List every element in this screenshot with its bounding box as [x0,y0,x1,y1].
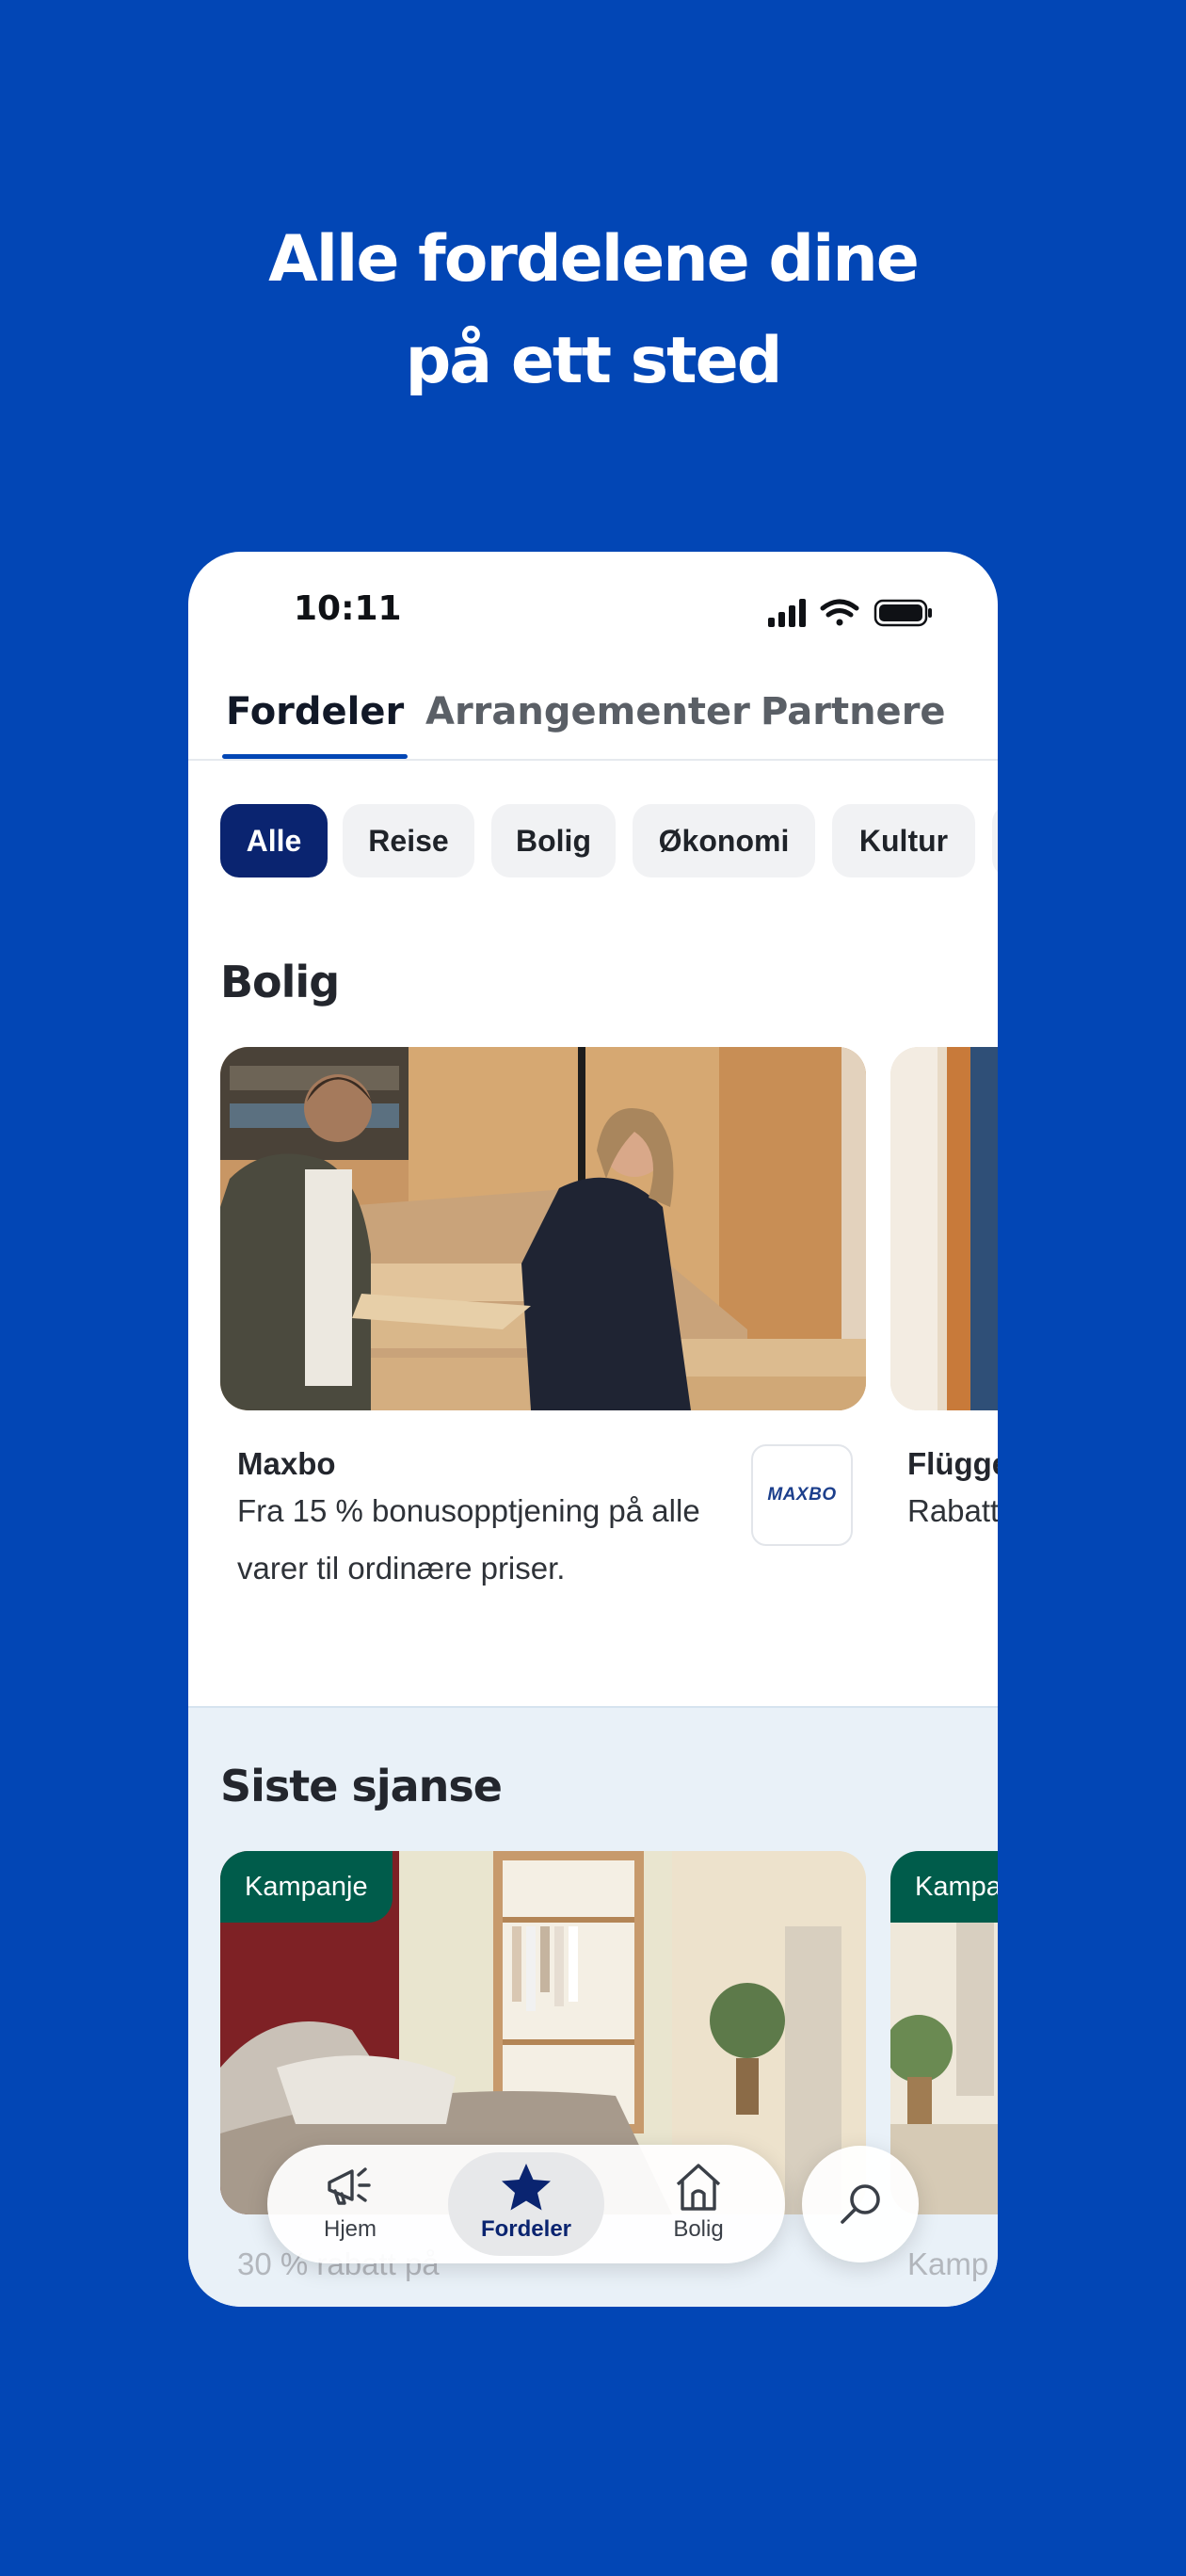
flugge-card-title: Flügge [907,1446,998,1481]
phone-screen: 10:11 Fordeler Arrangementer Partnere Al… [188,552,998,2307]
status-icons [768,597,934,634]
wifi-icon [820,599,859,626]
top-tabs: Fordeler Arrangementer Partnere [188,684,998,761]
campaign-2-badge: Kampanje [890,1851,998,1923]
megaphone-icon [328,2167,371,2205]
nav-label-bolig: Bolig [673,2216,724,2242]
tab-arrangementer[interactable]: Arrangementer [425,684,750,757]
maxbo-logo: MAXBO [751,1444,853,1546]
nav-item-bolig[interactable]: Bolig [621,2145,776,2263]
nav-label-hjem: Hjem [323,2216,377,2242]
campaign-card-2-title: Kamp [907,2246,989,2281]
flugge-card-description: Rabatt interiø [907,1493,998,1528]
chip-alle[interactable]: Alle [220,804,328,877]
chip-kultur[interactable]: Kultur [832,804,975,877]
maxbo-card-image[interactable] [220,1047,866,1410]
headline-line-1: Alle fordelene dine [268,222,920,297]
house-icon [676,2164,721,2211]
campaign-badge: Kampanje [220,1851,393,1923]
chip-reise[interactable]: Reise [343,804,474,877]
battery-icon [873,599,932,627]
maxbo-logo-text: MAXBO [767,1485,837,1505]
status-time: 10:11 [294,589,402,628]
signal-icon [768,599,806,627]
section-title-siste-sjanse: Siste sjanse [220,1761,503,1811]
maxbo-card-description: Fra 15 % bonusopptjening på alle varer t… [237,1493,700,1586]
section-title-bolig: Bolig [220,957,340,1007]
chip-bolig[interactable]: Bolig [491,804,616,877]
maxbo-card-title: Maxbo [237,1446,336,1481]
star-icon [502,2164,551,2211]
tab-partnere[interactable]: Partnere [761,684,946,757]
nav-item-fordeler[interactable]: Fordeler [448,2152,604,2256]
chip-more[interactable] [992,804,998,877]
category-chips: Alle Reise Bolig Økonomi Kultur [220,804,998,877]
nav-label-fordeler: Fordeler [480,2216,572,2242]
bottom-navigation: Hjem Fordeler Bolig [267,2145,785,2263]
search-icon [841,2184,880,2224]
flugge-card-image[interactable] [890,1047,998,1410]
status-bar: 10:11 [188,552,998,665]
nav-item-hjem[interactable]: Hjem [273,2145,427,2263]
tab-fordeler[interactable]: Fordeler [221,684,409,759]
headline-line-2: på ett sted [405,324,783,398]
headline: Alle fordelene dine på ett sted [0,209,1186,412]
search-button[interactable] [802,2146,919,2262]
chip-okonomi[interactable]: Økonomi [633,804,815,877]
